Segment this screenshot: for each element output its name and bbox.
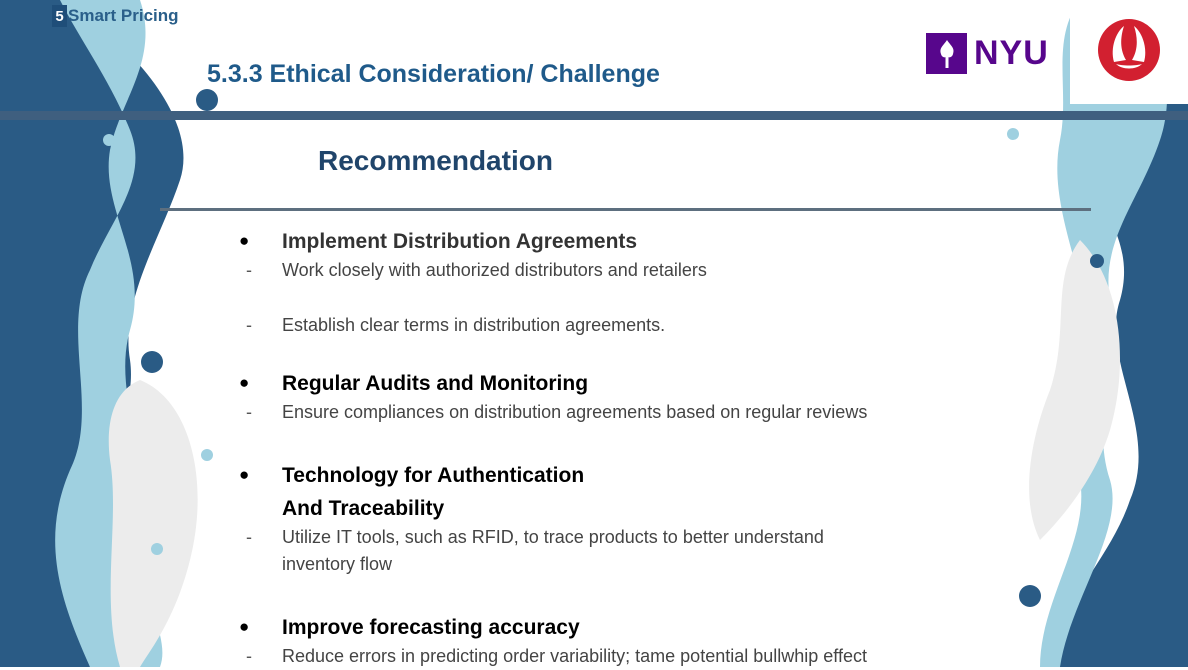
bullet-icon: ● xyxy=(239,617,250,636)
item-title-line-1: Technology for Authentication xyxy=(282,464,585,487)
item-detail: Utilize IT tools, such as RFID, to trace… xyxy=(282,527,824,574)
dash-icon: - xyxy=(246,260,252,280)
item-title: Regular Audits and Monitoring xyxy=(282,372,589,395)
dash-icon: - xyxy=(246,527,252,547)
item-detail: Work closely with authorized distributor… xyxy=(282,260,707,280)
bullet-icon: ● xyxy=(239,373,250,392)
item-detail: Ensure compliances on distribution agree… xyxy=(282,402,868,422)
dash-icon: - xyxy=(246,402,252,422)
bullet-icon: ● xyxy=(239,231,250,250)
bullet-icon: ● xyxy=(239,465,250,484)
item-detail: Reduce errors in predicting order variab… xyxy=(282,646,867,666)
item-title: Implement Distribution Agreements xyxy=(282,230,638,253)
dash-icon: - xyxy=(246,646,252,666)
dash-icon: - xyxy=(246,315,252,335)
item-title-line-2: And Traceability xyxy=(282,497,445,520)
item-title: Improve forecasting accuracy xyxy=(282,616,580,639)
item-detail: Establish clear terms in distribution ag… xyxy=(282,315,666,335)
recommendation-list: ● Implement Distribution Agreements - Wo… xyxy=(0,0,1188,667)
